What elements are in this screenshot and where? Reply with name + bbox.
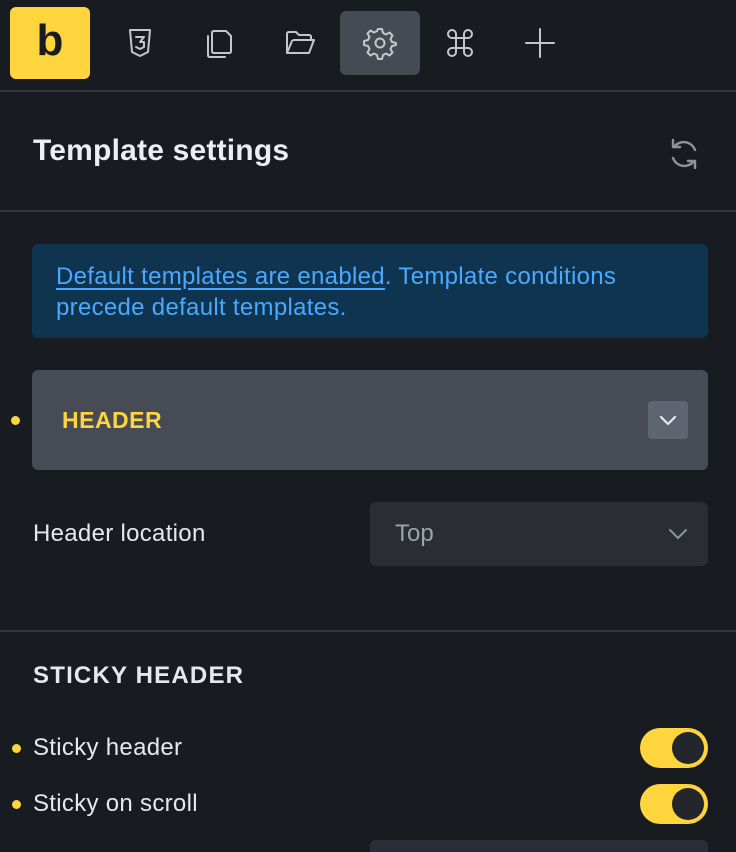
- toggle-knob: [672, 732, 704, 764]
- pages-button[interactable]: [180, 11, 260, 75]
- group-title: HEADER: [62, 407, 163, 433]
- command-icon: [447, 29, 473, 57]
- section-divider: [0, 630, 736, 632]
- modified-indicator: [12, 800, 21, 809]
- group-toggle-button[interactable]: [648, 401, 688, 439]
- pages-icon: [207, 30, 232, 58]
- sticky-on-scroll-toggle[interactable]: [640, 784, 708, 824]
- chevron-down-icon: [659, 415, 677, 426]
- command-button[interactable]: [420, 11, 500, 75]
- gear-icon: [363, 28, 397, 60]
- modified-indicator: [11, 416, 20, 425]
- settings-button[interactable]: [340, 11, 420, 75]
- next-field[interactable]: [370, 840, 708, 852]
- header-location-select[interactable]: Top: [370, 502, 708, 566]
- logo-letter: b: [36, 16, 64, 65]
- css-button[interactable]: [100, 11, 180, 75]
- plus-icon: [525, 28, 555, 58]
- info-message: Default templates are enabled. Template …: [32, 244, 708, 338]
- toolbar: b: [0, 0, 736, 92]
- css3-icon: [129, 29, 151, 57]
- logo-button[interactable]: b: [10, 7, 90, 79]
- add-button[interactable]: [500, 11, 580, 75]
- modified-indicator: [12, 744, 21, 753]
- folder-open-icon: [286, 31, 315, 54]
- chevron-down-icon: [669, 529, 687, 539]
- default-templates-link[interactable]: Default templates are enabled: [56, 263, 385, 290]
- folder-button[interactable]: [260, 11, 340, 75]
- sticky-header-label: Sticky header: [33, 734, 183, 761]
- header-location-label: Header location: [33, 520, 206, 547]
- refresh-icon[interactable]: [666, 136, 702, 172]
- sticky-header-toggle[interactable]: [640, 728, 708, 768]
- header-location-value: Top: [395, 520, 434, 547]
- toggle-knob: [672, 788, 704, 820]
- header-group[interactable]: HEADER: [32, 370, 708, 470]
- panel-header: Template settings: [0, 92, 736, 212]
- section-title: STICKY HEADER: [33, 662, 245, 689]
- page-title: Template settings: [33, 134, 290, 167]
- sticky-on-scroll-label: Sticky on scroll: [33, 790, 198, 817]
